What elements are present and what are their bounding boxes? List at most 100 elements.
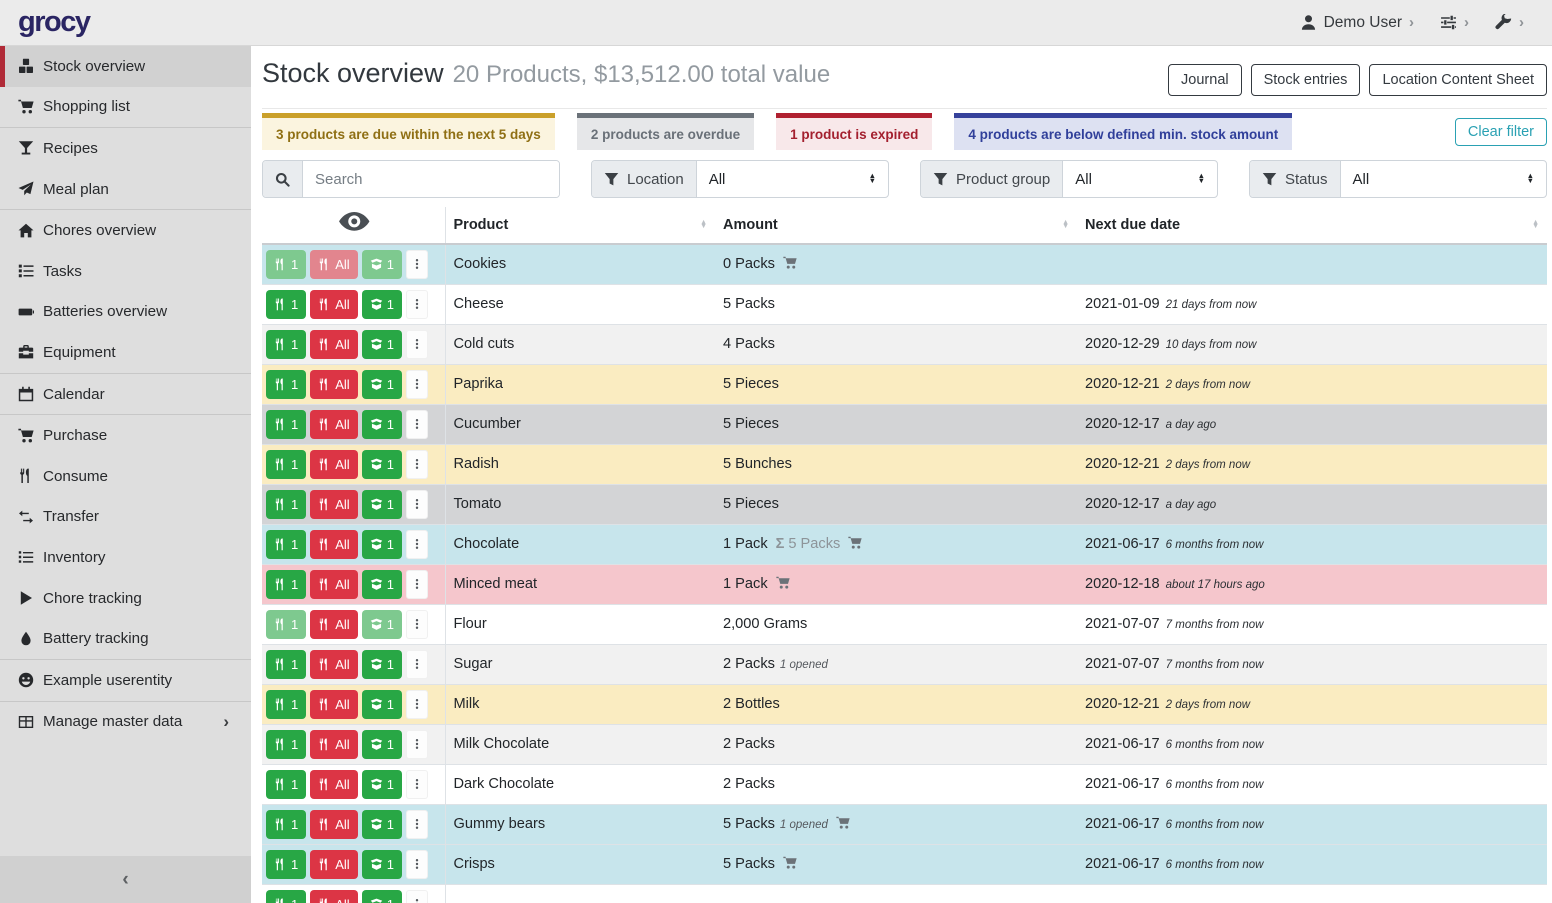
admin-menu[interactable]: ›: [1495, 14, 1524, 31]
open-one-button[interactable]: 1: [362, 410, 402, 439]
row-menu-button[interactable]: [406, 290, 428, 319]
product-cell[interactable]: Radish: [445, 444, 715, 484]
sidebar-item-transfer[interactable]: Transfer: [0, 497, 251, 538]
sidebar-item-manage-master-data[interactable]: Manage master data›: [0, 702, 251, 743]
sidebar-item-batteries-overview[interactable]: Batteries overview: [0, 292, 251, 333]
sidebar-item-chores-overview[interactable]: Chores overview: [0, 210, 251, 251]
row-menu-button[interactable]: [406, 610, 428, 639]
sidebar-item-meal-plan[interactable]: Meal plan: [0, 169, 251, 210]
consume-all-button[interactable]: All: [310, 610, 357, 639]
row-menu-button[interactable]: [406, 650, 428, 679]
open-one-button[interactable]: 1: [362, 370, 402, 399]
row-menu-button[interactable]: [406, 410, 428, 439]
filter-select-status[interactable]: All▲▼: [1341, 161, 1546, 197]
consume-one-button[interactable]: 1: [266, 450, 306, 479]
consume-one-button[interactable]: 1: [266, 370, 306, 399]
open-one-button[interactable]: 1: [362, 250, 402, 279]
filter-select-location[interactable]: All▲▼: [697, 161, 888, 197]
user-menu[interactable]: Demo User ›: [1300, 14, 1414, 32]
sidebar-item-consume[interactable]: Consume: [0, 456, 251, 497]
eye-icon[interactable]: [272, 227, 437, 243]
sidebar-item-equipment[interactable]: Equipment: [0, 332, 251, 373]
row-menu-button[interactable]: [406, 330, 428, 359]
consume-all-button[interactable]: All: [310, 530, 357, 559]
consume-all-button[interactable]: All: [310, 690, 357, 719]
open-one-button[interactable]: 1: [362, 570, 402, 599]
consume-all-button[interactable]: All: [310, 730, 357, 759]
sidebar-item-example-userentity[interactable]: Example userentity: [0, 660, 251, 701]
row-menu-button[interactable]: [406, 730, 428, 759]
consume-one-button[interactable]: 1: [266, 890, 306, 903]
sidebar-item-inventory[interactable]: Inventory: [0, 537, 251, 578]
sidebar-collapse-button[interactable]: ‹: [0, 856, 251, 903]
filter-select-product-group[interactable]: All▲▼: [1063, 161, 1217, 197]
search-input[interactable]: [303, 161, 559, 197]
consume-all-button[interactable]: All: [310, 410, 357, 439]
consume-one-button[interactable]: 1: [266, 690, 306, 719]
consume-one-button[interactable]: 1: [266, 530, 306, 559]
consume-one-button[interactable]: 1: [266, 730, 306, 759]
consume-one-button[interactable]: 1: [266, 490, 306, 519]
sidebar-item-purchase[interactable]: Purchase: [0, 415, 251, 456]
sidebar-item-calendar[interactable]: Calendar: [0, 374, 251, 415]
row-menu-button[interactable]: [406, 370, 428, 399]
open-one-button[interactable]: 1: [362, 890, 402, 903]
consume-one-button[interactable]: 1: [266, 250, 306, 279]
product-cell[interactable]: Gummy bears: [445, 804, 715, 844]
consume-one-button[interactable]: 1: [266, 330, 306, 359]
product-cell[interactable]: Cucumber: [445, 404, 715, 444]
open-one-button[interactable]: 1: [362, 450, 402, 479]
banner-due[interactable]: 3 products are due within the next 5 day…: [262, 113, 555, 150]
consume-one-button[interactable]: 1: [266, 570, 306, 599]
row-menu-button[interactable]: [406, 250, 428, 279]
open-one-button[interactable]: 1: [362, 650, 402, 679]
consume-one-button[interactable]: 1: [266, 810, 306, 839]
banner-overdue[interactable]: 2 products are overdue: [577, 113, 754, 150]
consume-all-button[interactable]: All: [310, 890, 357, 903]
open-one-button[interactable]: 1: [362, 290, 402, 319]
open-one-button[interactable]: 1: [362, 610, 402, 639]
open-one-button[interactable]: 1: [362, 770, 402, 799]
sidebar-item-recipes[interactable]: Recipes: [0, 128, 251, 169]
product-cell[interactable]: Milk: [445, 684, 715, 724]
consume-all-button[interactable]: All: [310, 370, 357, 399]
product-cell[interactable]: Crisps: [445, 844, 715, 884]
row-menu-button[interactable]: [406, 770, 428, 799]
product-cell[interactable]: Minced meat: [445, 564, 715, 604]
consume-all-button[interactable]: All: [310, 570, 357, 599]
column-header-product[interactable]: Product ▲▼: [445, 207, 715, 244]
sidebar-item-stock-overview[interactable]: Stock overview: [0, 46, 251, 87]
consume-one-button[interactable]: 1: [266, 850, 306, 879]
consume-all-button[interactable]: All: [310, 250, 357, 279]
row-menu-button[interactable]: [406, 690, 428, 719]
row-menu-button[interactable]: [406, 570, 428, 599]
product-cell[interactable]: Cold cuts: [445, 324, 715, 364]
column-header-amount[interactable]: Amount ▲▼: [715, 207, 1077, 244]
location-content-sheet-button[interactable]: Location Content Sheet: [1369, 64, 1547, 96]
open-one-button[interactable]: 1: [362, 690, 402, 719]
sidebar-item-chore-tracking[interactable]: Chore tracking: [0, 578, 251, 619]
consume-all-button[interactable]: All: [310, 490, 357, 519]
open-one-button[interactable]: 1: [362, 530, 402, 559]
sidebar-item-tasks[interactable]: Tasks: [0, 251, 251, 292]
clear-filter-button[interactable]: Clear filter: [1455, 118, 1547, 146]
consume-all-button[interactable]: All: [310, 650, 357, 679]
sidebar-item-shopping-list[interactable]: Shopping list: [0, 87, 251, 128]
product-cell[interactable]: Milk Chocolate: [445, 724, 715, 764]
row-menu-button[interactable]: [406, 850, 428, 879]
row-menu-button[interactable]: [406, 890, 428, 903]
row-menu-button[interactable]: [406, 810, 428, 839]
settings-menu[interactable]: ›: [1440, 14, 1469, 31]
open-one-button[interactable]: 1: [362, 730, 402, 759]
consume-all-button[interactable]: All: [310, 810, 357, 839]
product-cell[interactable]: Sugar: [445, 644, 715, 684]
journal-button[interactable]: Journal: [1168, 64, 1242, 96]
sidebar-item-battery-tracking[interactable]: Battery tracking: [0, 618, 251, 659]
consume-all-button[interactable]: All: [310, 290, 357, 319]
open-one-button[interactable]: 1: [362, 850, 402, 879]
product-cell[interactable]: Flour: [445, 604, 715, 644]
consume-one-button[interactable]: 1: [266, 610, 306, 639]
product-cell[interactable]: Dark Chocolate: [445, 764, 715, 804]
product-cell[interactable]: Paprika: [445, 364, 715, 404]
row-menu-button[interactable]: [406, 450, 428, 479]
